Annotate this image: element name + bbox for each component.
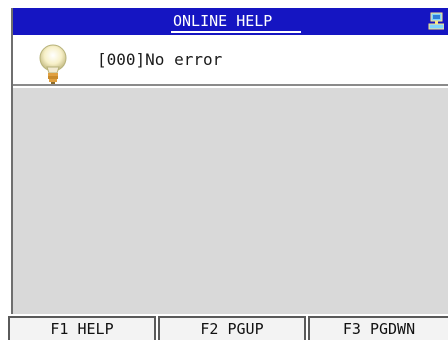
online-help-screen: ONLINE HELP [000]No error F1 HELP F2 PGU… <box>0 0 448 340</box>
help-content-pane <box>13 88 448 314</box>
function-key-bar: F1 HELP F2 PGUP F3 PGDWN <box>0 316 448 340</box>
help-window: ONLINE HELP [000]No error <box>11 8 448 314</box>
title-underline <box>171 31 301 33</box>
f2-pgup-button[interactable]: F2 PGUP <box>158 316 306 340</box>
message-row: [000]No error <box>13 35 448 86</box>
f1-help-button[interactable]: F1 HELP <box>8 316 156 340</box>
network-icon <box>428 12 444 30</box>
title-bar: ONLINE HELP <box>13 8 448 35</box>
lightbulb-icon <box>39 44 67 84</box>
error-message: [000]No error <box>97 50 223 69</box>
window-title: ONLINE HELP <box>173 12 273 30</box>
f3-pgdwn-button[interactable]: F3 PGDWN <box>308 316 448 340</box>
